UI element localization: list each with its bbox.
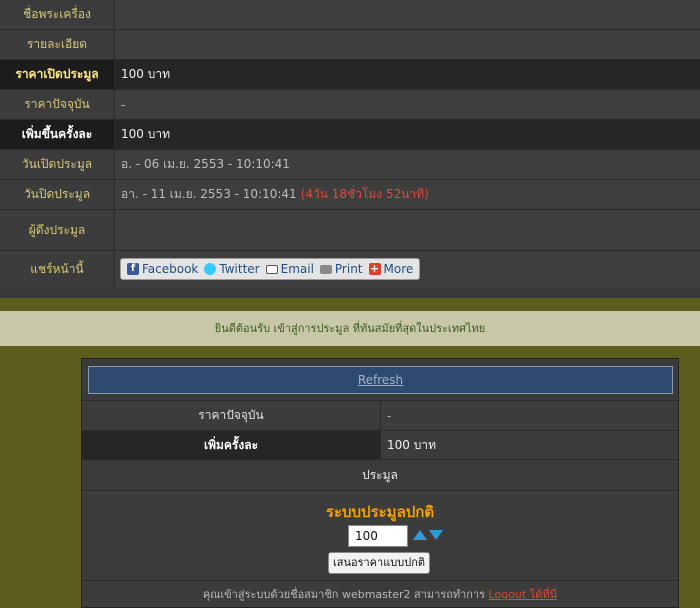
close-date-value: อา. - 11 เม.ย. 2553 - 10:10:41 [121, 187, 297, 201]
bidder-label: ผู้ดึงประมูล [0, 210, 115, 250]
description-label: รายละเอียด [0, 30, 115, 59]
share-twitter[interactable]: Twitter [204, 262, 260, 276]
row-bidder: ผู้ดึงประมูล [0, 210, 700, 251]
bidder-value [115, 210, 700, 250]
row-start-price: ราคาเปิดประมูล 100 บาท [0, 60, 700, 90]
current-price-label: ราคาปัจจุบัน [0, 90, 115, 119]
facebook-icon: f [127, 263, 139, 275]
share-facebook-label: Facebook [142, 262, 199, 276]
row-item-name: ชื่อพระเครื่อง [0, 0, 700, 30]
logout-link[interactable]: Logout ได้ที่นี่ [489, 588, 558, 601]
start-price-value: 100 บาท [115, 60, 700, 89]
print-icon [319, 264, 332, 274]
panel-current-price-value: - [380, 401, 678, 430]
open-date-cell: อ. - 06 เม.ย. 2553 - 10:10:41 [115, 150, 700, 179]
decrease-bid-arrow-icon[interactable] [429, 530, 443, 540]
row-close-date: วันปิดประมูล อา. - 11 เม.ย. 2553 - 10:10… [0, 180, 700, 210]
increment-label: เพิ่มขึ้นครั้งละ [0, 120, 115, 149]
panel-row-increment: เพิ่มครั้งละ 100 บาท [82, 430, 678, 460]
refresh-bar: Refresh [88, 366, 673, 394]
share-bar: f Facebook Twitter Email Print + More [120, 258, 421, 280]
share-more[interactable]: + More [368, 262, 414, 276]
bid-section-header: ประมูล [82, 459, 678, 489]
share-facebook[interactable]: f Facebook [127, 262, 198, 276]
row-current-price: ราคาปัจจุบัน - [0, 90, 700, 120]
open-date-value: อ. - 06 เม.ย. 2553 - 10:10:41 [121, 157, 290, 171]
share-print[interactable]: Print [319, 262, 363, 276]
description-value [115, 30, 700, 59]
row-share: แชร์หน้านี้ f Facebook Twitter Email Prin… [0, 251, 700, 287]
increment-value: 100 บาท [115, 120, 700, 149]
close-date-cell: อา. - 11 เม.ย. 2553 - 10:10:41 (4วัน 18ช… [115, 180, 700, 209]
panel-row-current-price: ราคาปัจจุบัน - [82, 400, 678, 430]
item-name-label: ชื่อพระเครื่อง [0, 0, 115, 29]
auction-detail-table: ชื่อพระเครื่อง รายละเอียด ราคาเปิดประมูล… [0, 0, 700, 287]
email-icon [265, 264, 278, 274]
bid-system-title: ระบบประมูลปกติ [325, 503, 435, 521]
panel-increment-value: 100 บาท [380, 431, 678, 460]
share-print-label: Print [334, 262, 363, 276]
bid-form: ระบบประมูลปกติ 100 เสนอราคาแบบปกติ [82, 490, 678, 580]
plus-icon: + [368, 262, 381, 275]
bid-amount-input[interactable]: 100 [348, 525, 408, 547]
panel-current-price-label: ราคาปัจจุบัน [82, 401, 380, 430]
bid-panel: Refresh ราคาปัจจุบัน - เพิ่มครั้งละ 100 … [81, 358, 679, 608]
share-email[interactable]: Email [265, 262, 314, 276]
share-email-label: Email [280, 262, 314, 276]
submit-bid-button[interactable]: เสนอราคาแบบปกติ [328, 552, 430, 574]
item-name-value [115, 0, 700, 29]
row-increment: เพิ่มขึ้นครั้งละ 100 บาท [0, 120, 700, 150]
row-open-date: วันเปิดประมูล อ. - 06 เม.ย. 2553 - 10:10… [0, 150, 700, 180]
share-twitter-label: Twitter [219, 262, 260, 276]
start-price-label: ราคาเปิดประมูล [0, 60, 115, 89]
time-remaining: (4วัน 18ชั่วโมง 52นาที) [300, 187, 429, 201]
increase-bid-arrow-icon[interactable] [413, 530, 427, 540]
current-price-value: - [121, 97, 126, 112]
share-cell: f Facebook Twitter Email Print + More [115, 251, 700, 287]
twitter-icon [204, 263, 217, 275]
current-price-cell: - [115, 90, 700, 119]
login-status: คุณเข้าสู่ระบบด้วยชื่อสมาชิก webmaster2 … [82, 580, 678, 607]
panel-increment-label: เพิ่มครั้งละ [82, 431, 380, 460]
refresh-link[interactable]: Refresh [358, 373, 403, 387]
row-description: รายละเอียด [0, 30, 700, 60]
close-date-label: วันปิดประมูล [0, 180, 115, 209]
login-status-text: คุณเข้าสู่ระบบด้วยชื่อสมาชิก webmaster2 … [202, 588, 486, 601]
share-label: แชร์หน้านี้ [0, 251, 115, 287]
share-more-label: More [383, 262, 414, 276]
welcome-banner: ยินดีต้อนรับ เข้าสู่การประมูล ที่ทันสมัย… [0, 311, 700, 346]
open-date-label: วันเปิดประมูล [0, 150, 115, 179]
